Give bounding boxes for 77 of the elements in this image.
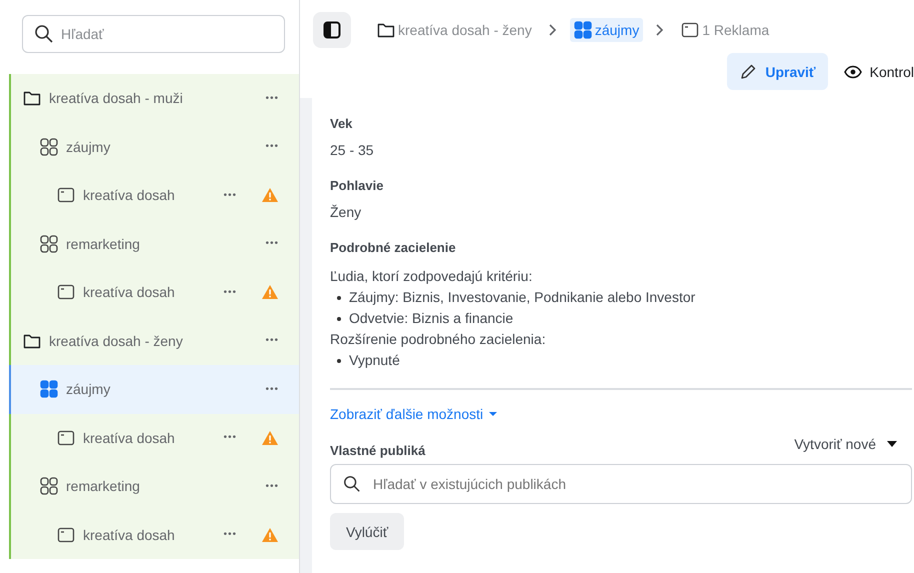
folder-icon xyxy=(377,22,395,38)
bullet-icon xyxy=(337,316,341,320)
chevron-icon xyxy=(548,23,558,37)
breadcrumb-item[interactable]: kreatíva dosah - ženy xyxy=(373,19,536,41)
item-label: kreatíva dosah - ženy xyxy=(49,332,184,349)
item-label: záujmy xyxy=(66,381,112,398)
breadcrumb-item[interactable]: 1 Reklama xyxy=(677,19,774,41)
panel-icon xyxy=(323,21,341,39)
field-value: 25 - 35 xyxy=(330,142,375,158)
criteria-text: Rozšírenie podrobného zacielenia: xyxy=(330,330,547,349)
chevron-icon xyxy=(655,23,666,37)
pencil-icon xyxy=(739,62,758,80)
window-icon xyxy=(57,526,75,543)
item-label: kreatíva dosah xyxy=(83,187,176,204)
window-icon xyxy=(681,22,700,38)
tree-item[interactable]: kreatíva dosah ••• xyxy=(11,171,299,220)
more-button[interactable]: ••• xyxy=(223,432,237,444)
sidebar-toggle-button[interactable] xyxy=(313,12,351,48)
grid-icon xyxy=(40,138,58,156)
grid-icon xyxy=(40,477,58,496)
field-label: Vek xyxy=(330,116,354,131)
field-label: Pohlavie xyxy=(330,178,384,193)
tree-item[interactable]: remarketing ••• xyxy=(11,220,299,268)
criteria-item: Záujmy: Biznis, Investovanie, Podnikanie alebo Investor xyxy=(349,288,696,307)
caret-icon xyxy=(886,440,898,448)
edit-button[interactable]: Upraviť xyxy=(727,53,828,90)
bullet-icon xyxy=(337,296,341,300)
more-button[interactable]: ••• xyxy=(223,529,237,540)
tree-item[interactable]: kreatíva dosah - ženy ••• xyxy=(11,316,299,365)
tree-item[interactable]: záujmy ••• xyxy=(11,122,299,171)
grid-icon xyxy=(40,234,58,253)
audience-search-field[interactable]: Hľadať v existujúcich publikách xyxy=(330,464,912,504)
tree-item[interactable]: kreatíva dosah ••• xyxy=(11,268,299,316)
item-label: kreatíva dosah - muži xyxy=(49,90,184,106)
item-label: remarketing xyxy=(66,236,141,252)
criteria-item: Odvetvie: Biznis a financie xyxy=(349,309,514,328)
bullet-icon xyxy=(337,358,341,362)
folder-icon xyxy=(23,332,41,349)
more-button[interactable]: ••• xyxy=(265,480,279,492)
more-options-link[interactable]: Zobraziť ďalšie možnosti xyxy=(330,406,498,422)
more-button[interactable]: ••• xyxy=(265,238,279,250)
caret-icon xyxy=(488,411,498,417)
item-label: kreatíva dosah xyxy=(83,284,176,300)
more-button[interactable]: ••• xyxy=(265,141,279,152)
search-field[interactable]: Hľadať xyxy=(22,15,285,53)
item-label: kreatíva dosah xyxy=(83,526,176,543)
tree-item[interactable]: kreatíva dosah ••• xyxy=(11,510,299,559)
more-button[interactable]: ••• xyxy=(265,92,279,104)
tree-item[interactable]: remarketing ••• xyxy=(11,462,299,510)
field-label: Podrobné zacielenie xyxy=(330,240,457,255)
more-button[interactable]: ••• xyxy=(223,190,237,201)
grid-icon xyxy=(574,21,592,39)
grid-icon xyxy=(40,380,58,398)
create-new-dropdown[interactable]: Vytvoriť nové xyxy=(794,436,898,452)
more-button[interactable]: ••• xyxy=(265,384,279,395)
breadcrumb-item[interactable]: záujmy xyxy=(570,18,644,42)
exclude-button[interactable]: Vylúčiť xyxy=(330,513,404,550)
field-value: Ženy xyxy=(330,204,362,220)
search-icon xyxy=(343,475,361,493)
more-button[interactable]: ••• xyxy=(223,286,237,298)
folder-icon xyxy=(23,90,41,106)
item-label: kreatíva dosah xyxy=(83,430,176,446)
review-button[interactable]: Kontrol xyxy=(832,53,914,90)
more-button[interactable]: ••• xyxy=(265,335,279,346)
search-icon xyxy=(34,24,54,44)
tree-item[interactable]: záujmy ••• xyxy=(9,365,299,414)
eye-icon xyxy=(844,64,862,78)
item-label: záujmy xyxy=(66,138,112,155)
criteria-item: Vypnuté xyxy=(349,351,400,370)
window-icon xyxy=(57,187,75,204)
criteria-text: Ľudia, ktorí zodpovedajú kritériu: xyxy=(330,267,534,286)
item-label: remarketing xyxy=(66,478,141,494)
tree-item[interactable]: kreatíva dosah - muži ••• xyxy=(11,74,299,122)
window-icon xyxy=(57,284,75,300)
tree-item[interactable]: kreatíva dosah ••• xyxy=(11,414,299,462)
field-label: Vlastné publiká xyxy=(330,443,426,458)
window-icon xyxy=(57,430,75,446)
